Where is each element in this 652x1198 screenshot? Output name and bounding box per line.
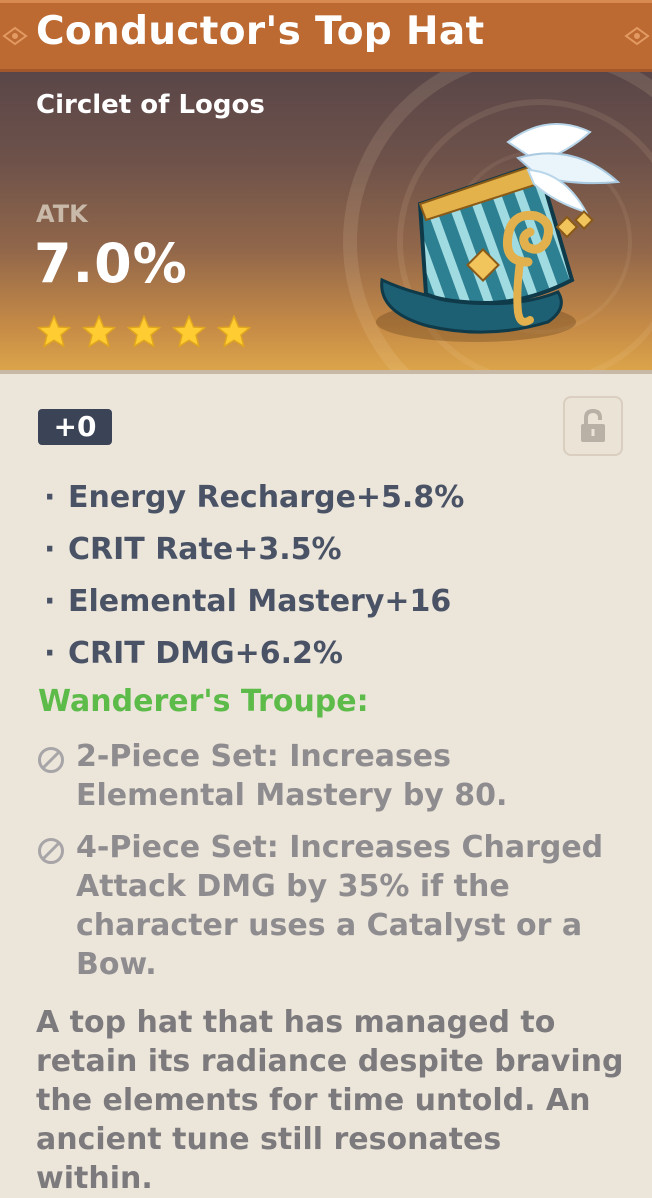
main-stat-name: ATK	[36, 200, 88, 228]
substat-text: CRIT DMG+6.2%	[68, 636, 343, 671]
bullet-icon: ·	[44, 480, 56, 515]
bullet-icon: ·	[44, 532, 56, 567]
artifact-slot-type: Circlet of Logos	[36, 90, 265, 120]
level-badge: +0	[38, 409, 112, 445]
unlock-icon	[581, 408, 605, 442]
substat-item: · CRIT DMG+6.2%	[44, 632, 464, 684]
substat-text: Energy Recharge+5.8%	[68, 480, 465, 515]
substat-list: · Energy Recharge+5.8% · CRIT Rate+3.5% · Ele…	[44, 476, 464, 684]
title-bar: Conductor's Top Hat	[0, 0, 652, 72]
substat-item: · Elemental Mastery+16	[44, 580, 464, 632]
ornament-left-icon	[2, 26, 28, 46]
artifact-header-panel: Circlet of Logos ATK 7.0%	[0, 72, 652, 370]
top-hat-icon	[376, 123, 621, 342]
set-bonus-2-piece: 2-Piece Set: Increases Elemental Mastery…	[36, 737, 626, 815]
bullet-icon: ·	[44, 636, 56, 671]
bullet-icon: ·	[44, 584, 56, 619]
star-icon	[82, 315, 116, 348]
set-bonus-4-piece: 4-Piece Set: Increases Charged Attack DM…	[36, 828, 626, 984]
substat-text: Elemental Mastery+16	[68, 584, 452, 619]
main-stat-value: 7.0%	[34, 232, 188, 295]
lock-toggle-button[interactable]	[563, 396, 623, 456]
substat-item: · CRIT Rate+3.5%	[44, 528, 464, 580]
ban-icon	[38, 838, 64, 864]
star-icon	[37, 315, 71, 348]
set-bonus-2-text: 2-Piece Set: Increases Elemental Mastery…	[76, 739, 508, 813]
substat-text: CRIT Rate+3.5%	[68, 532, 342, 567]
star-icon	[127, 315, 161, 348]
ban-icon	[38, 747, 64, 773]
star-icon	[172, 315, 206, 348]
star-icon	[217, 315, 251, 348]
rarity-stars	[36, 314, 261, 350]
set-name: Wanderer's Troupe:	[38, 684, 369, 719]
set-bonus-4-text: 4-Piece Set: Increases Charged Attack DM…	[76, 830, 604, 982]
substat-item: · Energy Recharge+5.8%	[44, 476, 464, 528]
artifact-description: A top hat that has managed to retain its…	[36, 1005, 624, 1196]
artifact-name: Conductor's Top Hat	[36, 9, 485, 54]
header-divider	[0, 370, 652, 374]
ornament-right-icon	[624, 26, 650, 46]
